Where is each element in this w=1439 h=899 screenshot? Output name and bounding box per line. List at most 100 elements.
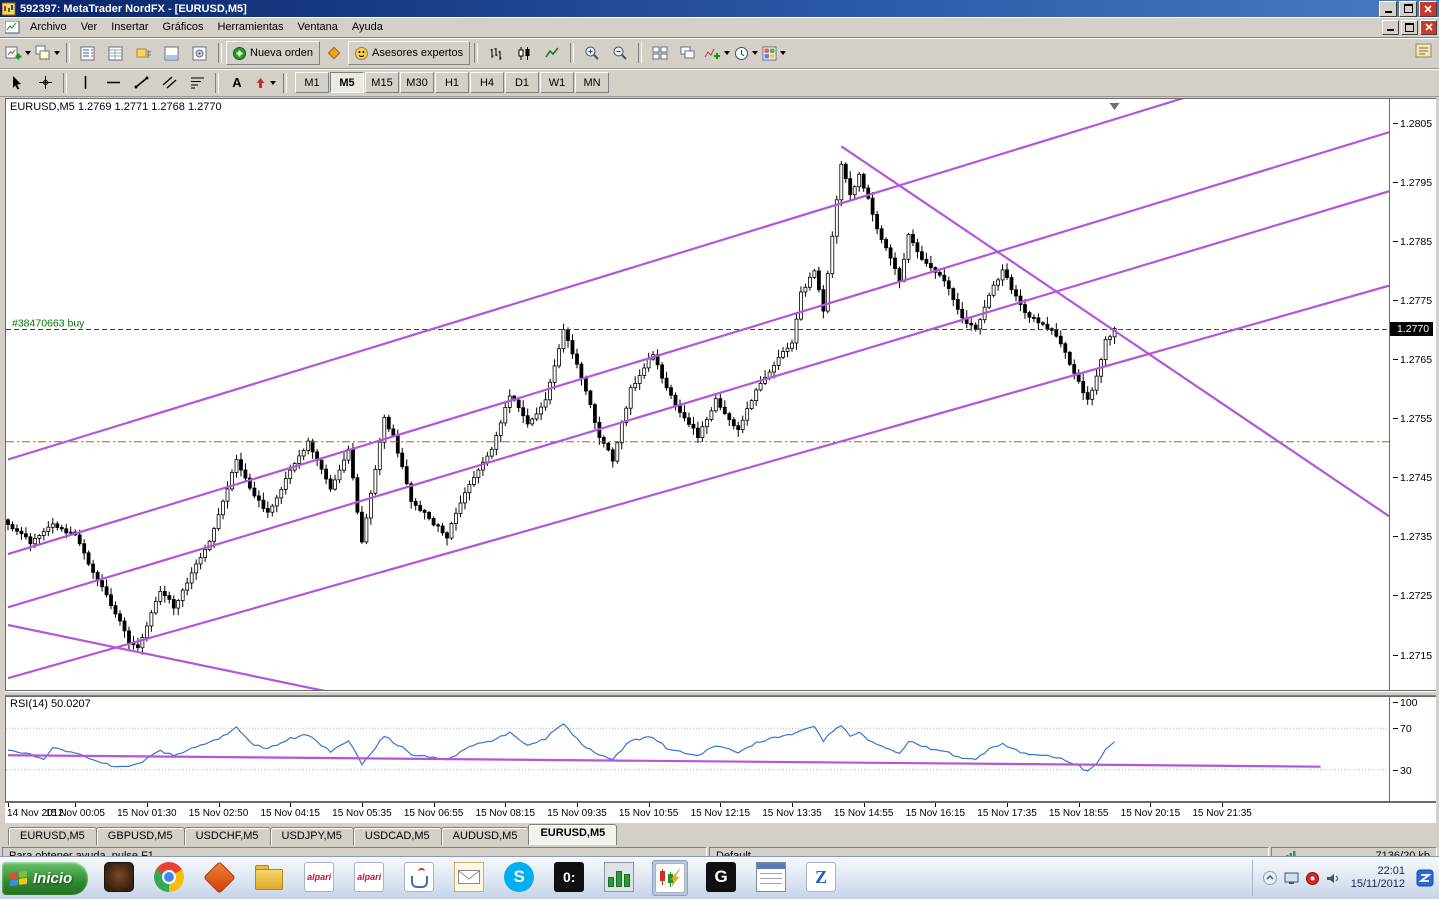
timeframe-h4[interactable]: H4 bbox=[470, 72, 504, 93]
tray-volume-icon[interactable] bbox=[1326, 872, 1340, 885]
price-chart-canvas[interactable]: #38470663 buy bbox=[6, 99, 1389, 690]
tray-alert-icon[interactable] bbox=[1306, 872, 1319, 885]
expert-advisors-button[interactable]: Asesores expertos bbox=[348, 41, 470, 65]
taskbar-icon-notes[interactable] bbox=[754, 860, 788, 894]
chart-tab-usdjpy-m5-3[interactable]: USDJPY,M5 bbox=[270, 827, 354, 845]
menu-item-ver[interactable]: Ver bbox=[74, 19, 105, 35]
taskbar-icon-cellar-app[interactable] bbox=[102, 860, 136, 894]
taskbar-icon-alpari[interactable]: alpari bbox=[302, 860, 336, 894]
tray-display-icon[interactable] bbox=[1284, 872, 1299, 885]
crosshair-tool-button[interactable] bbox=[31, 71, 59, 95]
tile-windows-button[interactable] bbox=[646, 41, 674, 65]
chart-tab-audusd-m5-5[interactable]: AUDUSD,M5 bbox=[441, 827, 530, 845]
menu-item-ventana[interactable]: Ventana bbox=[291, 19, 345, 35]
start-button[interactable]: Inicio bbox=[2, 862, 88, 895]
taskbar: Inicio alpari alpari S 0: G Z 22:01 15/11/201… bbox=[0, 856, 1439, 899]
templates-button[interactable] bbox=[760, 41, 788, 65]
chart-tabs-bar: EURUSD,M5GBPUSD,M5USDCHF,M5USDJPY,M5USDC… bbox=[5, 822, 1436, 845]
titlebar[interactable]: 592397: MetaTrader NordFX - [EURUSD,M5] bbox=[0, 0, 1439, 17]
child-restore-button[interactable] bbox=[1401, 20, 1418, 35]
price-axis-label: 1.2715 bbox=[1393, 650, 1432, 662]
timeframe-h1[interactable]: H1 bbox=[435, 72, 469, 93]
navigator-button[interactable] bbox=[130, 41, 158, 65]
fibonacci-tool-button[interactable] bbox=[183, 71, 211, 95]
menu-item-herramientas[interactable]: Herramientas bbox=[210, 19, 290, 35]
new-chart-button[interactable] bbox=[3, 41, 33, 65]
market-watch-button[interactable] bbox=[74, 41, 102, 65]
expert-advisors-icon bbox=[355, 47, 368, 60]
new-order-button[interactable]: Nueva orden bbox=[226, 41, 320, 65]
timeframe-w1[interactable]: W1 bbox=[540, 72, 574, 93]
timeframe-m15[interactable]: M15 bbox=[365, 72, 399, 93]
timeframe-m1[interactable]: M1 bbox=[295, 72, 329, 93]
line-chart-mode-button[interactable] bbox=[538, 41, 566, 65]
chart-tab-eurusd-m5-6[interactable]: EURUSD,M5 bbox=[528, 824, 617, 845]
tray-clock[interactable]: 22:01 15/11/2012 bbox=[1351, 865, 1405, 891]
close-button[interactable] bbox=[1419, 1, 1437, 17]
taskbar-icon-mail[interactable] bbox=[452, 860, 486, 894]
horizontal-line-tool-button[interactable] bbox=[99, 71, 127, 95]
zoom-out-button[interactable] bbox=[606, 41, 634, 65]
toolbar-overflow-button[interactable] bbox=[1415, 42, 1433, 63]
vertical-line-tool-button[interactable] bbox=[71, 71, 99, 95]
text-tool-button[interactable]: A bbox=[223, 71, 251, 95]
taskbar-icon-chart-app[interactable] bbox=[602, 860, 636, 894]
price-axis[interactable]: 1.28051.27951.27851.27751.27651.27551.27… bbox=[1390, 98, 1436, 691]
taskbar-icon-alpari-2[interactable]: alpari bbox=[352, 860, 386, 894]
indicators-button[interactable] bbox=[702, 41, 732, 65]
timeframe-m30[interactable]: M30 bbox=[400, 72, 434, 93]
rsi-canvas[interactable] bbox=[6, 697, 1389, 801]
chart-tab-usdcad-m5-4[interactable]: USDCAD,M5 bbox=[353, 827, 442, 845]
tray-expand-icon[interactable] bbox=[1263, 871, 1277, 885]
timeframe-mn[interactable]: MN bbox=[575, 72, 609, 93]
arrows-tool-button[interactable] bbox=[251, 71, 279, 95]
periods-button[interactable] bbox=[732, 41, 760, 65]
chart-tab-eurusd-m5-0[interactable]: EURUSD,M5 bbox=[8, 827, 97, 845]
strategy-tester-button[interactable] bbox=[186, 41, 214, 65]
tray-z-icon[interactable] bbox=[1416, 869, 1434, 887]
time-axis[interactable]: 14 Nov 201215 Nov 00:0515 Nov 01:3015 No… bbox=[5, 802, 1436, 822]
metaeditor-button[interactable] bbox=[320, 41, 348, 65]
bar-chart-mode-button[interactable] bbox=[482, 41, 510, 65]
taskbar-icon-metatrader[interactable] bbox=[652, 860, 688, 896]
rsi-axis[interactable]: 1007030 bbox=[1390, 696, 1436, 802]
profiles-button[interactable] bbox=[33, 41, 62, 65]
chart-tab-usdchf-m5-2[interactable]: USDCHF,M5 bbox=[184, 827, 271, 845]
taskbar-icon-timer-app[interactable]: 0: bbox=[552, 860, 586, 894]
trendline-tool-button[interactable] bbox=[127, 71, 155, 95]
taskbar-icon-skype[interactable]: S bbox=[502, 860, 536, 894]
text-tool-icon: A bbox=[232, 75, 241, 90]
rsi-pane[interactable]: RSI(14) 50.0207 bbox=[5, 696, 1390, 802]
cursor-tool-button[interactable] bbox=[3, 71, 31, 95]
timeframe-d1[interactable]: D1 bbox=[505, 72, 539, 93]
channel-tool-button[interactable] bbox=[155, 71, 183, 95]
child-minimize-button[interactable] bbox=[1382, 20, 1399, 35]
child-close-button[interactable] bbox=[1420, 20, 1437, 35]
minimize-button[interactable] bbox=[1379, 1, 1397, 17]
indicators-caret-icon bbox=[724, 51, 730, 55]
restore-button[interactable] bbox=[1399, 1, 1417, 17]
taskbar-icon-g-app[interactable]: G bbox=[704, 860, 738, 894]
menu-item-ayuda[interactable]: Ayuda bbox=[345, 19, 390, 35]
terminal-button[interactable] bbox=[158, 41, 186, 65]
navigator-icon bbox=[136, 46, 152, 61]
cascade-windows-button[interactable] bbox=[674, 41, 702, 65]
taskbar-icon-folder[interactable] bbox=[252, 860, 286, 894]
zoom-in-button[interactable] bbox=[578, 41, 606, 65]
time-axis-label: 15 Nov 04:15 bbox=[260, 808, 320, 819]
taskbar-icon-orange-app[interactable] bbox=[202, 860, 236, 894]
timeframe-m5[interactable]: M5 bbox=[330, 72, 364, 93]
candlestick-mode-button[interactable] bbox=[510, 41, 538, 65]
chart-window-icon[interactable] bbox=[5, 21, 20, 34]
menu-item-archivo[interactable]: Archivo bbox=[23, 19, 74, 35]
menu-item-graficos[interactable]: Gráficos bbox=[156, 19, 211, 35]
time-tick bbox=[8, 803, 9, 807]
taskbar-icon-chrome[interactable] bbox=[152, 860, 186, 894]
new-order-icon bbox=[233, 47, 246, 60]
price-chart-pane[interactable]: #38470663 buy EURUSD,M5 1.2769 1.2771 1.… bbox=[5, 98, 1390, 691]
chart-tab-gbpusd-m5-1[interactable]: GBPUSD,M5 bbox=[96, 827, 185, 845]
taskbar-icon-z-app[interactable]: Z bbox=[804, 860, 838, 894]
menu-item-insertar[interactable]: Insertar bbox=[104, 19, 155, 35]
data-window-button[interactable] bbox=[102, 41, 130, 65]
taskbar-icon-java[interactable] bbox=[402, 860, 436, 894]
